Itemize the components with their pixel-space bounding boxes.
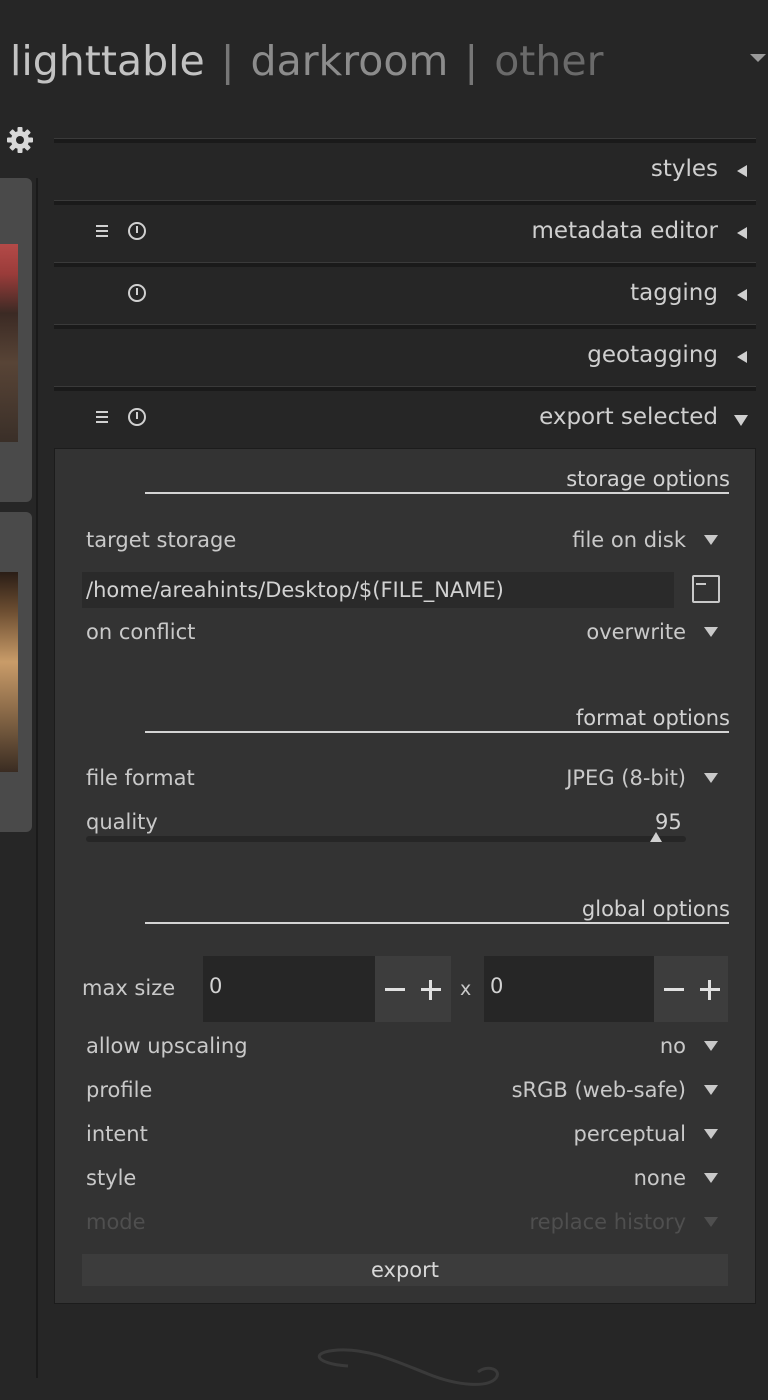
module-divider	[54, 324, 756, 329]
section-divider	[145, 731, 729, 733]
slider-handle-icon[interactable]	[650, 832, 662, 842]
module-divider	[54, 200, 756, 205]
target-storage-select[interactable]: file on disk	[572, 528, 686, 552]
dropdown-arrow-icon[interactable]	[704, 1129, 718, 1139]
presets-menu-icon[interactable]	[96, 411, 108, 426]
height-stepper[interactable]	[654, 956, 728, 1022]
view-separator: |	[464, 37, 479, 85]
file-format-label: file format	[86, 766, 195, 790]
module-divider	[54, 138, 756, 143]
plus-icon[interactable]	[429, 980, 432, 1000]
width-stepper[interactable]	[375, 956, 451, 1022]
module-divider	[54, 386, 756, 391]
export-button[interactable]: export	[82, 1254, 728, 1286]
expand-arrow-icon	[737, 289, 747, 301]
filmstrip-thumbnail[interactable]	[0, 178, 32, 502]
section-divider	[145, 922, 729, 924]
thumbnail-image	[0, 244, 18, 442]
allow-upscaling-select[interactable]: no	[660, 1034, 686, 1058]
collapse-arrow-icon	[734, 415, 748, 426]
size-separator: x	[460, 978, 472, 1000]
dropdown-arrow-icon	[704, 1217, 718, 1227]
minus-icon[interactable]	[664, 988, 684, 991]
mode-select: replace history	[529, 1210, 687, 1234]
profile-label: profile	[86, 1078, 153, 1102]
panel-divider	[36, 178, 38, 1378]
file-format-select[interactable]: JPEG (8-bit)	[566, 766, 686, 790]
dropdown-arrow-icon[interactable]	[704, 773, 718, 783]
module-title: tagging	[630, 280, 718, 306]
reset-icon[interactable]	[128, 408, 146, 426]
module-divider	[54, 262, 756, 267]
global-options-heading: global options	[581, 897, 730, 921]
module-title: styles	[650, 156, 718, 182]
max-size-label: max size	[82, 976, 176, 1000]
reset-icon[interactable]	[128, 222, 146, 240]
module-geotagging[interactable]: geotagging	[54, 324, 756, 384]
export-path-input[interactable]: /home/areahints/Desktop/$(FILE_NAME)	[82, 572, 674, 608]
section-divider	[145, 492, 729, 494]
quality-label: quality	[86, 810, 158, 834]
profile-select[interactable]: sRGB (web-safe)	[512, 1078, 686, 1102]
view-separator: |	[220, 37, 235, 85]
view-other[interactable]: other	[494, 36, 603, 86]
module-metadata-editor[interactable]: metadata editor	[54, 200, 756, 260]
presets-menu-icon[interactable]	[96, 225, 108, 240]
module-title: metadata editor	[531, 218, 718, 244]
dropdown-arrow-icon[interactable]	[704, 535, 718, 545]
dropdown-arrow-icon[interactable]	[704, 1041, 718, 1051]
view-darkroom[interactable]: darkroom	[251, 36, 449, 86]
style-label: style	[86, 1166, 137, 1190]
dropdown-arrow-icon[interactable]	[704, 1173, 718, 1183]
storage-options-heading: storage options	[566, 467, 730, 491]
quality-slider[interactable]	[86, 836, 686, 842]
max-height-input[interactable]: 0	[484, 956, 654, 1022]
module-styles[interactable]: styles	[54, 138, 756, 198]
mode-label: mode	[86, 1210, 146, 1234]
on-conflict-select[interactable]: overwrite	[586, 620, 686, 644]
style-select[interactable]: none	[634, 1166, 686, 1190]
on-conflict-label: on conflict	[86, 620, 196, 644]
panel-collapse-arrow-icon[interactable]	[750, 54, 766, 62]
view-lighttable[interactable]: lighttable	[10, 36, 205, 86]
expand-arrow-icon	[737, 165, 747, 177]
max-width-input[interactable]: 0	[203, 956, 375, 1022]
view-switcher: lighttable | darkroom | other	[10, 36, 603, 86]
module-export-selected[interactable]: export selected	[54, 386, 756, 446]
module-title: geotagging	[587, 342, 718, 368]
reset-icon[interactable]	[128, 284, 146, 302]
minus-icon[interactable]	[385, 988, 405, 991]
dropdown-arrow-icon[interactable]	[704, 627, 718, 637]
plus-icon[interactable]	[708, 980, 711, 1000]
filmstrip-thumbnail[interactable]	[0, 512, 32, 832]
module-title: export selected	[539, 404, 718, 430]
allow-upscaling-label: allow upscaling	[86, 1034, 248, 1058]
expand-arrow-icon	[737, 351, 747, 363]
format-options-heading: format options	[575, 706, 730, 730]
dropdown-arrow-icon[interactable]	[704, 1085, 718, 1095]
flourish-decoration-icon	[317, 1348, 499, 1386]
target-storage-label: target storage	[86, 528, 237, 552]
intent-select[interactable]: perceptual	[574, 1122, 686, 1146]
folder-icon[interactable]	[692, 575, 720, 603]
intent-label: intent	[86, 1122, 148, 1146]
gear-icon[interactable]	[4, 124, 36, 156]
expand-arrow-icon	[737, 227, 747, 239]
thumbnail-image	[0, 572, 18, 772]
module-tagging[interactable]: tagging	[54, 262, 756, 322]
quality-value: 95	[655, 810, 682, 834]
